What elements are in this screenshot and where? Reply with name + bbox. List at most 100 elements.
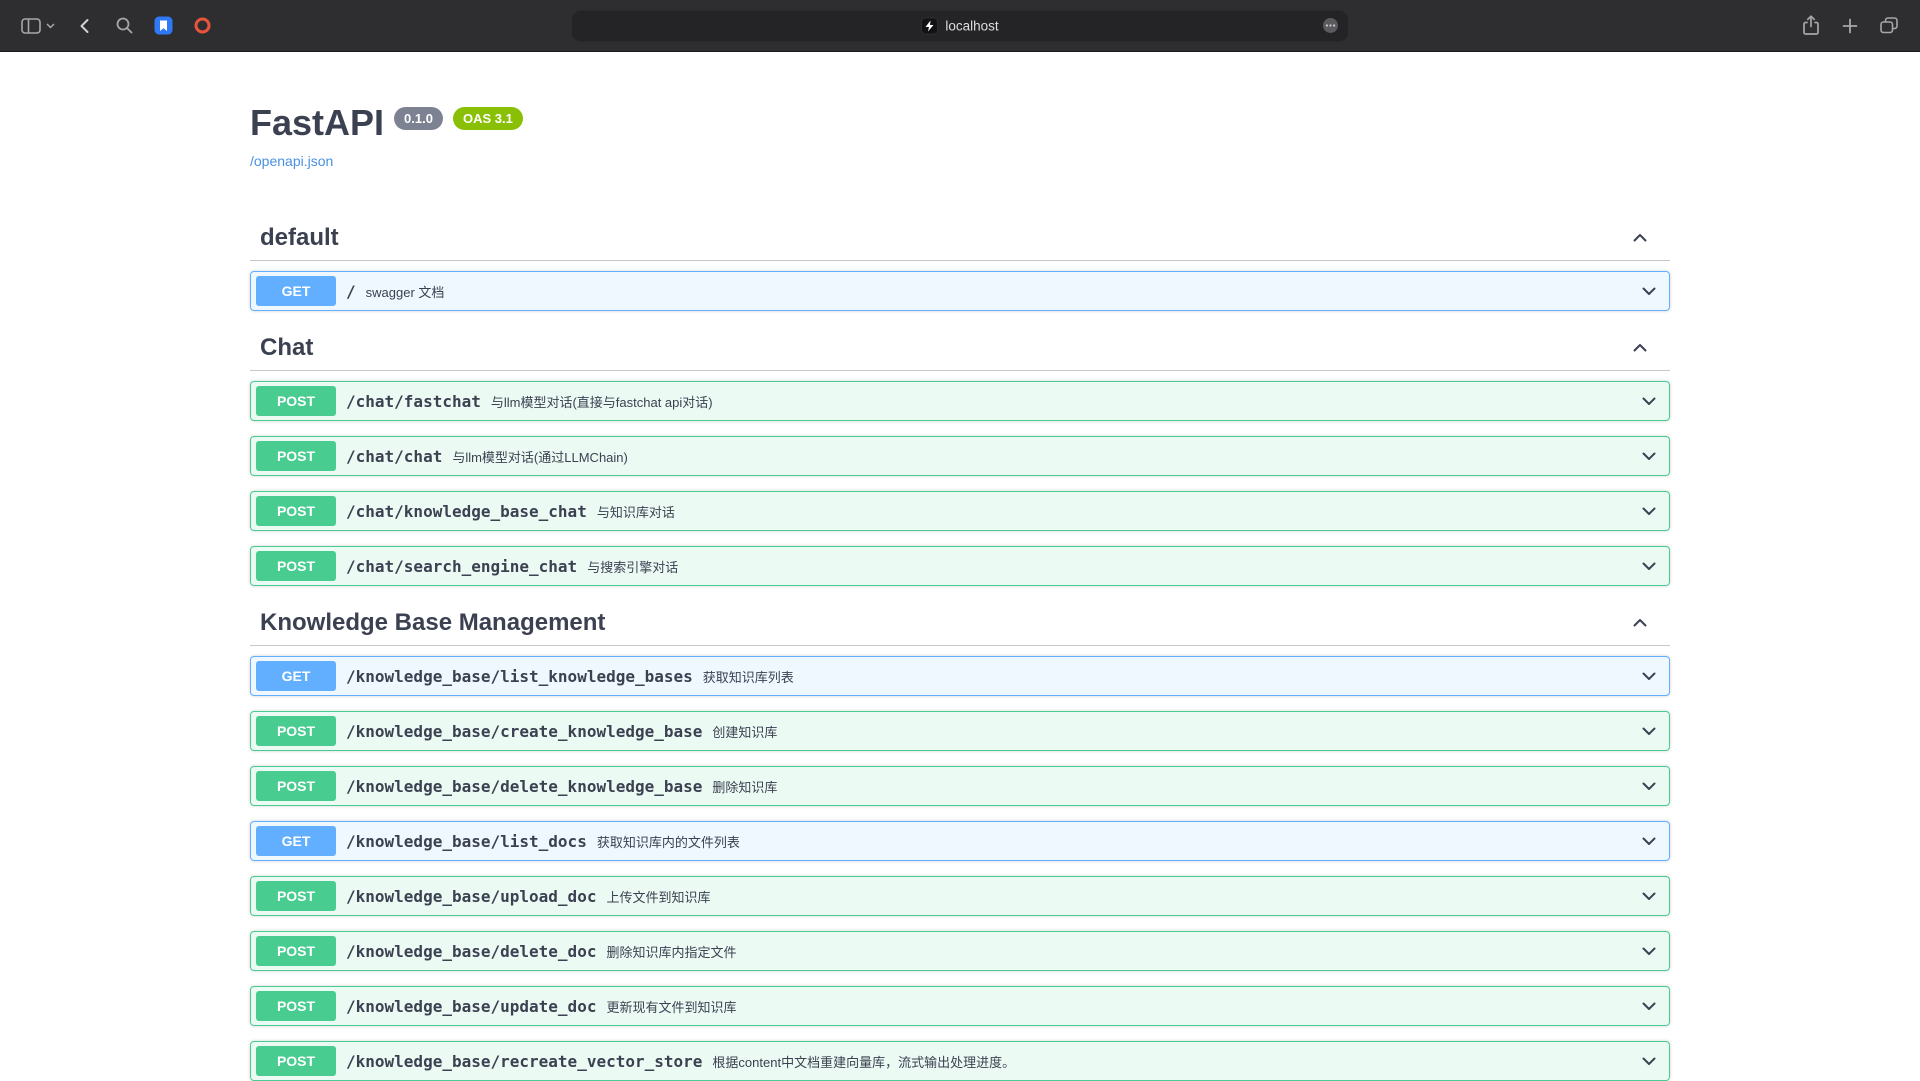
chevron-down-icon <box>1639 446 1659 466</box>
endpoint-expand-button[interactable] <box>1639 776 1659 796</box>
endpoint-path: /chat/knowledge_base_chat <box>336 502 597 521</box>
endpoint-row[interactable]: POST /knowledge_base/delete_doc 删除知识库内指定… <box>250 931 1670 971</box>
endpoint-expand-button[interactable] <box>1639 1051 1659 1071</box>
sidebar-toggle-button[interactable] <box>14 13 62 39</box>
address-bar[interactable]: localhost <box>572 10 1348 41</box>
endpoint-summary: 创建知识库 <box>712 722 1639 741</box>
endpoint-row[interactable]: POST /knowledge_base/delete_knowledge_ba… <box>250 766 1670 806</box>
endpoint-row[interactable]: GET /knowledge_base/list_knowledge_bases… <box>250 656 1670 696</box>
chevron-down-icon <box>1639 776 1659 796</box>
endpoint-row[interactable]: POST /chat/fastchat 与llm模型对话(直接与fastchat… <box>250 381 1670 421</box>
section-collapse-button[interactable] <box>1630 338 1650 358</box>
tab-overview-icon <box>1879 16 1899 35</box>
endpoint-path: /knowledge_base/update_doc <box>336 997 606 1016</box>
endpoint-summary: 与知识库对话 <box>597 502 1639 521</box>
openapi-spec-link[interactable]: /openapi.json <box>250 153 333 169</box>
endpoint-row[interactable]: GET /knowledge_base/list_docs 获取知识库内的文件列… <box>250 821 1670 861</box>
endpoint-summary: 与llm模型对话(通过LLMChain) <box>452 447 1639 466</box>
chevron-down-icon <box>1639 1051 1659 1071</box>
endpoint-summary: 与llm模型对话(直接与fastchat api对话) <box>491 392 1639 411</box>
endpoint-row[interactable]: POST /chat/search_engine_chat 与搜索引擎对话 <box>250 546 1670 586</box>
endpoint-expand-button[interactable] <box>1639 501 1659 521</box>
section-collapse-button[interactable] <box>1630 613 1650 633</box>
endpoint-summary: 与搜索引擎对话 <box>587 557 1639 576</box>
chevron-down-icon <box>46 23 55 29</box>
endpoint-summary: 上传文件到知识库 <box>606 887 1639 906</box>
section-collapse-button[interactable] <box>1630 228 1650 248</box>
api-title-row: FastAPI 0.1.0 OAS 3.1 <box>250 102 1670 143</box>
chevron-down-icon <box>1639 941 1659 961</box>
endpoint-row[interactable]: POST /chat/knowledge_base_chat 与知识库对话 <box>250 491 1670 531</box>
extension-record-button[interactable] <box>186 11 219 40</box>
oas-badge: OAS 3.1 <box>453 107 523 130</box>
endpoint-row[interactable]: POST /knowledge_base/upload_doc 上传文件到知识库 <box>250 876 1670 916</box>
ellipsis-menu-icon[interactable] <box>1322 17 1339 34</box>
endpoint-path: /knowledge_base/delete_knowledge_base <box>336 777 712 796</box>
chevron-down-icon <box>1639 666 1659 686</box>
section-header[interactable]: Chat <box>250 326 1670 371</box>
method-badge: POST <box>256 881 336 911</box>
endpoint-expand-button[interactable] <box>1639 721 1659 741</box>
endpoint-expand-button[interactable] <box>1639 831 1659 851</box>
plus-icon <box>1841 17 1859 35</box>
chevron-up-icon <box>1630 228 1650 248</box>
chevron-down-icon <box>1639 886 1659 906</box>
method-badge: POST <box>256 771 336 801</box>
endpoint-row[interactable]: POST /knowledge_base/create_knowledge_ba… <box>250 711 1670 751</box>
section-header[interactable]: default <box>250 216 1670 261</box>
endpoint-expand-button[interactable] <box>1639 556 1659 576</box>
endpoint-path: / <box>336 282 366 301</box>
endpoint-list: GET /knowledge_base/list_knowledge_bases… <box>250 646 1670 1081</box>
endpoint-row[interactable]: POST /chat/chat 与llm模型对话(通过LLMChain) <box>250 436 1670 476</box>
new-tab-button[interactable] <box>1834 12 1866 40</box>
toolbar-left <box>14 11 219 41</box>
endpoint-expand-button[interactable] <box>1639 666 1659 686</box>
section-header[interactable]: Knowledge Base Management <box>250 601 1670 646</box>
version-badge: 0.1.0 <box>394 107 443 130</box>
tab-overview-button[interactable] <box>1872 11 1906 40</box>
endpoint-row[interactable]: GET / swagger 文档 <box>250 271 1670 311</box>
endpoint-row[interactable]: POST /knowledge_base/update_doc 更新现有文件到知… <box>250 986 1670 1026</box>
section-title: Knowledge Base Management <box>260 611 605 635</box>
api-info: FastAPI 0.1.0 OAS 3.1 /openapi.json <box>250 102 1670 171</box>
endpoint-expand-button[interactable] <box>1639 446 1659 466</box>
method-badge: POST <box>256 716 336 746</box>
extension-blue-button[interactable] <box>147 11 180 40</box>
method-badge: POST <box>256 441 336 471</box>
chevron-down-icon <box>1639 501 1659 521</box>
address-text: localhost <box>945 18 998 33</box>
endpoint-path: /chat/search_engine_chat <box>336 557 587 576</box>
api-section: Knowledge Base Management GET /knowledge… <box>250 601 1670 1081</box>
record-extension-icon <box>193 16 212 35</box>
endpoint-path: /knowledge_base/delete_doc <box>336 942 606 961</box>
chevron-up-icon <box>1630 338 1650 358</box>
chevron-down-icon <box>1639 721 1659 741</box>
back-button[interactable] <box>68 11 102 41</box>
method-badge: POST <box>256 496 336 526</box>
sidebar-icon <box>21 18 41 34</box>
share-button[interactable] <box>1794 9 1828 42</box>
endpoint-summary: 更新现有文件到知识库 <box>606 997 1639 1016</box>
endpoint-expand-button[interactable] <box>1639 391 1659 411</box>
endpoint-expand-button[interactable] <box>1639 941 1659 961</box>
method-badge: POST <box>256 386 336 416</box>
method-badge: GET <box>256 276 336 306</box>
endpoint-path: /knowledge_base/list_docs <box>336 832 597 851</box>
endpoint-expand-button[interactable] <box>1639 996 1659 1016</box>
endpoint-expand-button[interactable] <box>1639 886 1659 906</box>
search-button[interactable] <box>108 11 141 40</box>
endpoint-expand-button[interactable] <box>1639 281 1659 301</box>
endpoint-row[interactable]: POST /knowledge_base/recreate_vector_sto… <box>250 1041 1670 1081</box>
chevron-down-icon <box>1639 391 1659 411</box>
endpoint-summary: 获取知识库列表 <box>703 667 1639 686</box>
sections: default GET / swagger 文档 Chat POST /chat… <box>250 216 1670 1081</box>
endpoint-list: POST /chat/fastchat 与llm模型对话(直接与fastchat… <box>250 371 1670 586</box>
method-badge: POST <box>256 1046 336 1076</box>
api-section: Chat POST /chat/fastchat 与llm模型对话(直接与fas… <box>250 326 1670 586</box>
endpoint-path: /knowledge_base/list_knowledge_bases <box>336 667 703 686</box>
back-icon <box>75 16 95 36</box>
endpoint-summary: 删除知识库 <box>712 777 1639 796</box>
method-badge: POST <box>256 936 336 966</box>
bookmark-extension-icon <box>154 16 173 35</box>
endpoint-path: /knowledge_base/recreate_vector_store <box>336 1052 712 1071</box>
